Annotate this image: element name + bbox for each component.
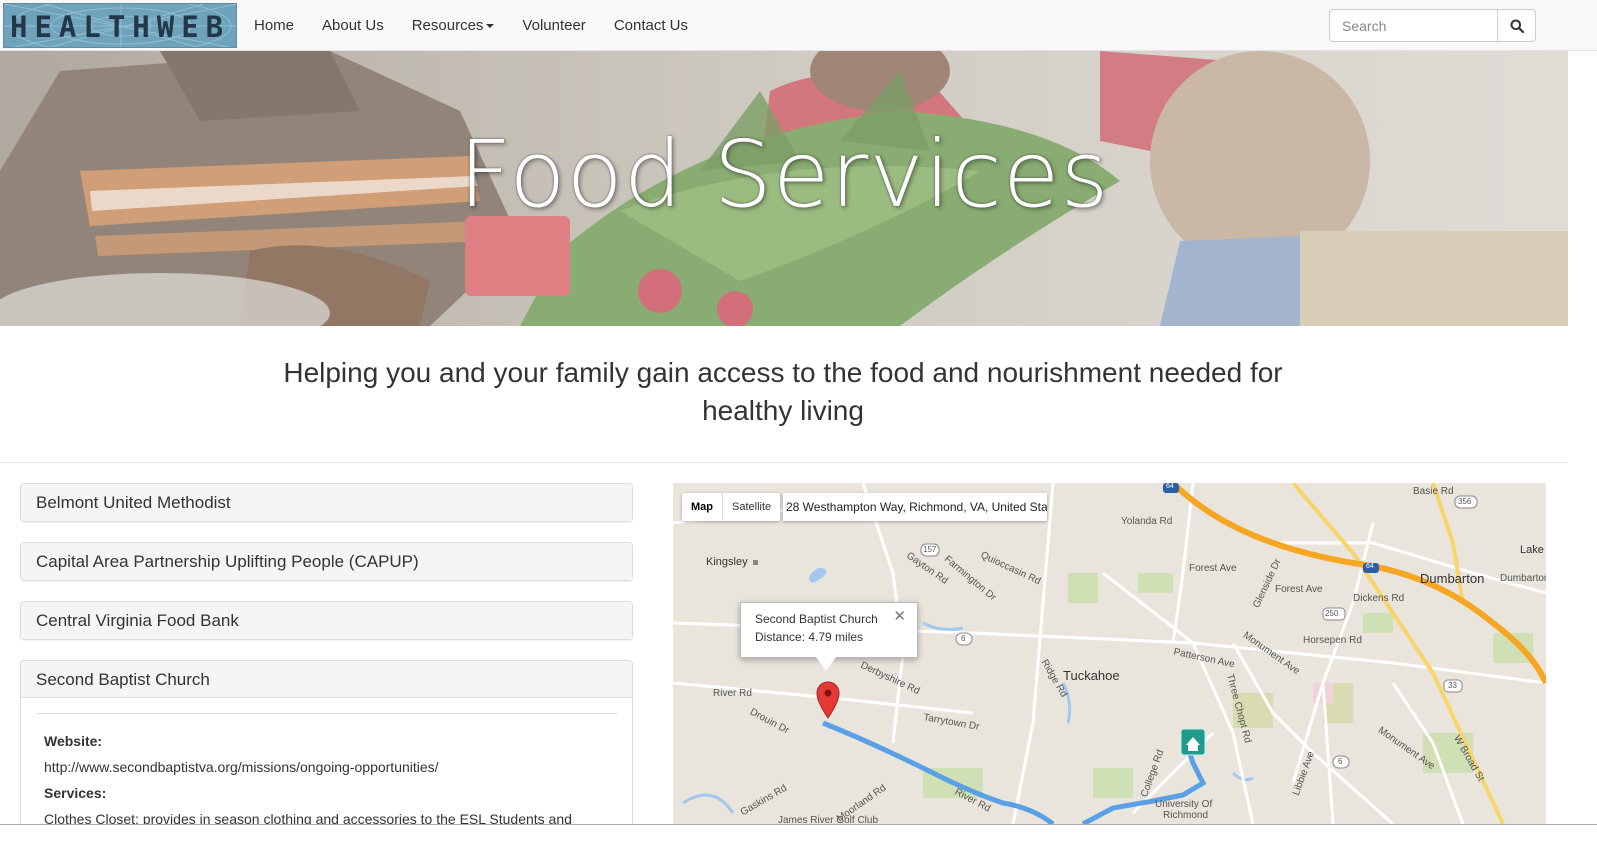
website-link[interactable]: http://www.secondbaptistva.org/missions/… bbox=[44, 754, 609, 780]
label-dickens-rd: Dickens Rd bbox=[1353, 593, 1405, 604]
search-icon bbox=[1510, 19, 1524, 33]
search-input[interactable] bbox=[1329, 9, 1498, 42]
shield-250: 250 bbox=[1325, 609, 1339, 618]
nav-volunteer[interactable]: Volunteer bbox=[508, 0, 599, 51]
label-basie-rd: Basie Rd bbox=[1413, 486, 1454, 497]
hero-banner: Food Services bbox=[0, 51, 1568, 326]
google-map[interactable]: 157 6 250 33 356 6 64 64 Kingsley Tuckah… bbox=[673, 483, 1546, 824]
nav-home[interactable]: Home bbox=[240, 0, 308, 51]
accordion-panel-second-baptist: Second Baptist Church Website: http://ww… bbox=[20, 660, 633, 840]
map-info-window: Second Baptist Church Distance: 4.79 mil… bbox=[740, 602, 918, 658]
label-lake: Lake bbox=[1520, 544, 1544, 556]
hero-title: Food Services bbox=[458, 121, 1110, 228]
logo-text: HEALTHWEB bbox=[10, 10, 231, 44]
shield-157: 157 bbox=[923, 545, 937, 554]
label-horsepen-rd: Horsepen Rd bbox=[1303, 635, 1362, 646]
label-yolanda-rd: Yolanda Rd bbox=[1121, 516, 1173, 527]
map-type-satellite-button[interactable]: Satellite bbox=[723, 493, 780, 521]
accordion-panel-cvfb: Central Virginia Food Bank bbox=[20, 601, 633, 640]
info-distance: Distance: 4.79 miles bbox=[755, 630, 864, 644]
caret-down-icon bbox=[486, 24, 495, 29]
accordion-panel-belmont: Belmont United Methodist bbox=[20, 483, 633, 522]
map-address-box[interactable]: 28 Westhampton Way, Richmond, VA, United… bbox=[783, 493, 1047, 521]
panel-heading-belmont[interactable]: Belmont United Methodist bbox=[21, 484, 632, 521]
healthweb-logo[interactable]: HEALTHWEB bbox=[3, 3, 237, 48]
nav-contact-us[interactable]: Contact Us bbox=[600, 0, 702, 51]
close-icon[interactable]: ✕ bbox=[893, 608, 906, 626]
shield-6: 6 bbox=[961, 634, 966, 643]
label-forest-ave: Forest Ave bbox=[1189, 563, 1237, 574]
label-kingsley: Kingsley bbox=[706, 556, 748, 568]
label-golf-club: James River Golf Club bbox=[778, 815, 879, 824]
panel-body-second-baptist: Website: http://www.secondbaptistva.org/… bbox=[21, 698, 632, 832]
panel-heading-cvfb[interactable]: Central Virginia Food Bank bbox=[21, 602, 632, 639]
search-button[interactable] bbox=[1497, 9, 1536, 42]
shield-64: 64 bbox=[1166, 483, 1174, 490]
services-label: Services: bbox=[44, 785, 107, 801]
panel-body-rule bbox=[36, 713, 617, 714]
shield-33: 33 bbox=[1448, 681, 1457, 690]
shield-6b: 6 bbox=[1338, 757, 1343, 766]
label-university: University Of bbox=[1155, 799, 1213, 810]
panel-heading-second-baptist[interactable]: Second Baptist Church bbox=[21, 661, 632, 698]
accordion-panel-capup: Capital Area Partnership Uplifting Peopl… bbox=[20, 542, 633, 581]
info-location-name: Second Baptist Church bbox=[755, 612, 878, 626]
window-bottom-edge bbox=[0, 824, 1597, 841]
shield-64b: 64 bbox=[1366, 563, 1374, 570]
shield-356: 356 bbox=[1458, 497, 1472, 506]
panel-heading-capup[interactable]: Capital Area Partnership Uplifting Peopl… bbox=[21, 543, 632, 580]
tagline: Helping you and your family gain access … bbox=[283, 357, 1283, 426]
map-type-map-button[interactable]: Map bbox=[682, 493, 722, 521]
label-forest-ave-2: Forest Ave bbox=[1275, 584, 1323, 595]
nav-resources-dropdown[interactable]: Resources bbox=[398, 0, 509, 51]
map-type-control: Map Satellite bbox=[682, 493, 781, 521]
nav-about-us[interactable]: About Us bbox=[308, 0, 398, 51]
section-divider bbox=[0, 462, 1568, 463]
website-label: Website: bbox=[44, 733, 103, 749]
info-window-pointer bbox=[816, 657, 836, 671]
scrollbar-gutter bbox=[1568, 51, 1597, 824]
label-dumbarton-2: Dumbarton bbox=[1500, 573, 1546, 584]
main-nav: Home About Us Resources Volunteer Contac… bbox=[240, 0, 702, 51]
nav-resources-label: Resources bbox=[411, 17, 484, 34]
navbar: HEALTHWEB Home About Us Resources Volunt… bbox=[0, 0, 1597, 51]
label-richmond: Richmond bbox=[1163, 810, 1209, 821]
label-tuckahoe: Tuckahoe bbox=[1063, 668, 1120, 683]
label-dumbarton: Dumbarton bbox=[1420, 571, 1485, 586]
label-river-rd: River Rd bbox=[713, 688, 752, 699]
